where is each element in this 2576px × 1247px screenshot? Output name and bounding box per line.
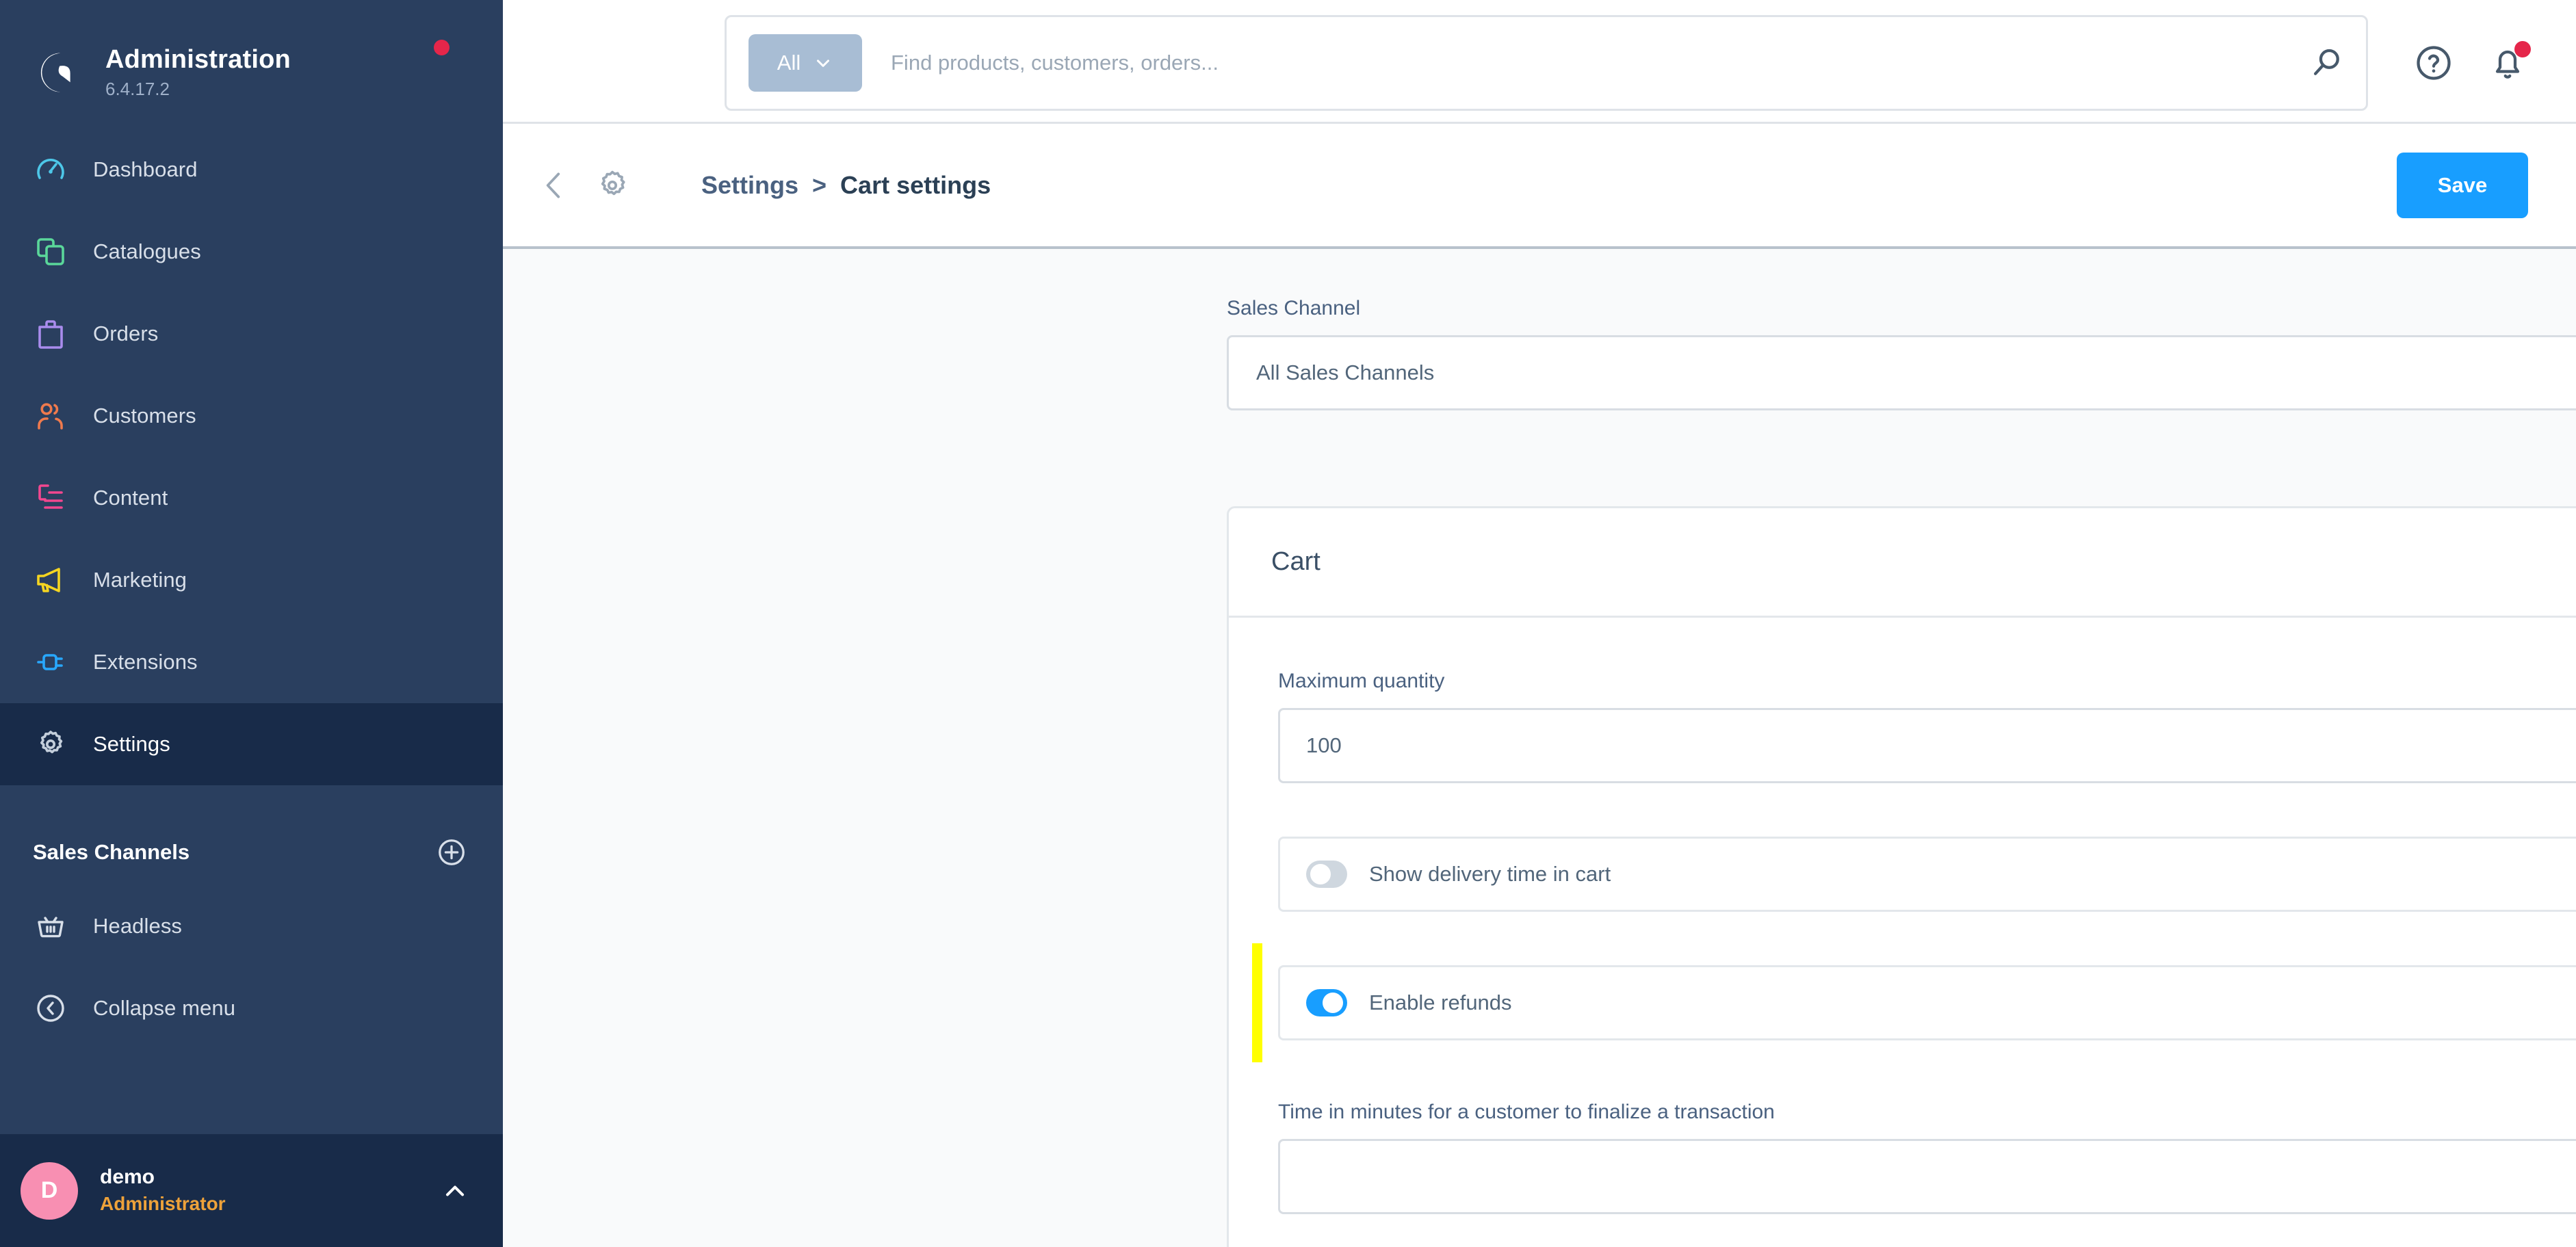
global-search-box[interactable]: All xyxy=(725,15,2368,111)
user-profile-bar[interactable]: D demo Administrator xyxy=(0,1134,503,1247)
brand-title: Administration xyxy=(105,44,291,74)
card-title: Cart xyxy=(1271,547,1320,577)
sidebar-item-label: Dashboard xyxy=(93,157,198,181)
enable-refunds-label: Enable refunds xyxy=(1369,990,1512,1015)
topbar: All xyxy=(503,0,2576,124)
content-inner: Sales Channel All Sales Channels Cart Ma xyxy=(1227,297,2576,1247)
user-role: Administrator xyxy=(100,1193,226,1215)
sidebar-item-customers[interactable]: Customers xyxy=(0,375,503,457)
sidebar-item-label: Settings xyxy=(93,732,170,756)
shopware-logo-icon xyxy=(33,47,85,99)
sales-channels-header: Sales Channels xyxy=(0,819,503,885)
show-delivery-time-label: Show delivery time in cart xyxy=(1369,862,1611,887)
maximum-quantity-label: Maximum quantity xyxy=(1278,670,1445,693)
copy-icon xyxy=(33,234,68,270)
help-icon[interactable] xyxy=(2413,42,2454,83)
collapse-menu-label: Collapse menu xyxy=(93,996,236,1020)
sidebar-item-label: Content xyxy=(93,486,168,510)
search-icon[interactable] xyxy=(2308,44,2345,81)
brand-version: 6.4.17.2 xyxy=(105,79,170,100)
finalize-time-label: Time in minutes for a customer to finali… xyxy=(1278,1101,1775,1124)
gauge-icon xyxy=(33,152,68,187)
sidebar-item-headless[interactable]: Headless xyxy=(0,885,503,967)
sidebar-item-label: Marketing xyxy=(93,568,187,592)
sales-channel-value: All Sales Channels xyxy=(1256,360,1435,385)
smart-bar: Settings > Cart settings Save xyxy=(503,124,2576,250)
back-chevron-icon[interactable] xyxy=(537,168,571,202)
app-root: Administration 6.4.17.2 Dashboard Catalo… xyxy=(0,0,2576,1247)
search-scope-label: All xyxy=(777,51,801,75)
megaphone-icon xyxy=(33,562,68,598)
collapse-icon xyxy=(33,990,68,1026)
search-scope-dropdown[interactable]: All xyxy=(749,34,862,92)
basket-icon xyxy=(33,908,68,944)
breadcrumb-current: Cart settings xyxy=(840,170,991,199)
sidebar: Administration 6.4.17.2 Dashboard Catalo… xyxy=(0,0,503,1247)
card-header: Cart xyxy=(1229,508,2576,618)
update-indicator-dot xyxy=(434,40,450,55)
enable-refunds-toggle[interactable] xyxy=(1306,989,1347,1017)
sidebar-item-marketing[interactable]: Marketing xyxy=(0,539,503,621)
cart-settings-card: Cart Maximum quantity Show delivery time… xyxy=(1227,506,2576,1247)
sidebar-item-settings[interactable]: Settings xyxy=(0,703,503,785)
enable-refunds-toggle-row[interactable]: Enable refunds xyxy=(1252,943,2576,1063)
sidebar-item-label: Customers xyxy=(93,404,196,428)
toggle-knob xyxy=(1323,993,1343,1014)
settings-gear-icon[interactable] xyxy=(595,168,630,203)
content-area: Sales Channel All Sales Channels Cart Ma xyxy=(503,249,2576,1247)
notification-badge xyxy=(2514,40,2531,57)
sales-channel-label: Sales Channel xyxy=(1227,297,1361,320)
chevron-down-icon xyxy=(817,60,830,67)
sidebar-item-catalogues[interactable]: Catalogues xyxy=(0,211,503,293)
maximum-quantity-input[interactable] xyxy=(1278,708,2576,784)
avatar: D xyxy=(21,1161,78,1220)
content-icon xyxy=(33,480,68,516)
sales-channel-select[interactable]: All Sales Channels xyxy=(1227,335,2576,411)
save-button[interactable]: Save xyxy=(2397,152,2528,218)
sidebar-item-extensions[interactable]: Extensions xyxy=(0,621,503,703)
sales-channels-title: Sales Channels xyxy=(33,840,190,864)
sidebar-item-label: Extensions xyxy=(93,650,198,674)
search-input[interactable] xyxy=(862,51,2308,75)
finalize-time-group: Time in minutes for a customer to finali… xyxy=(1278,1101,2576,1215)
brand-header[interactable]: Administration 6.4.17.2 xyxy=(0,0,503,116)
plug-icon xyxy=(33,644,68,680)
users-icon xyxy=(33,398,68,434)
main-navigation: Dashboard Catalogues Orders Customers Co… xyxy=(0,129,503,785)
notifications-bell-icon[interactable] xyxy=(2487,40,2531,83)
breadcrumb-separator: > xyxy=(812,170,827,199)
breadcrumb-parent[interactable]: Settings xyxy=(701,171,798,200)
breadcrumb: Settings > Cart settings xyxy=(701,171,991,200)
card-body: Maximum quantity Show delivery time in c… xyxy=(1229,618,2576,1247)
show-delivery-time-toggle[interactable] xyxy=(1306,861,1347,889)
gear-icon xyxy=(33,726,68,762)
sidebar-item-content[interactable]: Content xyxy=(0,457,503,539)
toggle-knob xyxy=(1310,864,1331,885)
sidebar-item-label: Catalogues xyxy=(93,239,201,263)
bag-icon xyxy=(33,316,68,352)
sidebar-item-label: Orders xyxy=(93,321,159,345)
show-delivery-time-toggle-row[interactable]: Show delivery time in cart xyxy=(1278,837,2576,913)
chevron-up-icon[interactable] xyxy=(440,1176,470,1206)
collapse-menu-button[interactable]: Collapse menu xyxy=(0,967,503,1049)
add-sales-channel-icon[interactable] xyxy=(436,837,467,868)
sidebar-item-orders[interactable]: Orders xyxy=(0,293,503,375)
sidebar-item-dashboard[interactable]: Dashboard xyxy=(0,129,503,211)
main-area: All Find products, customers, orders... … xyxy=(503,0,2576,1247)
top-actions xyxy=(2413,0,2531,125)
user-name: demo xyxy=(100,1166,155,1189)
finalize-time-input[interactable] xyxy=(1278,1139,2576,1215)
sidebar-item-label: Headless xyxy=(93,914,183,938)
